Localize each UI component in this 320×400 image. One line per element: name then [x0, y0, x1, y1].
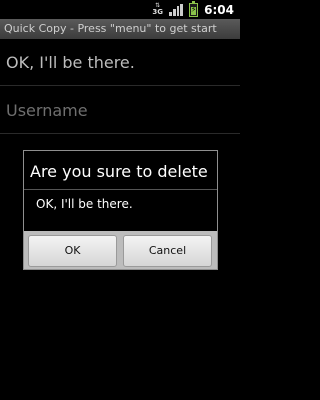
dialog-title: Are you sure to delete [30, 162, 208, 181]
status-icons: ⇅ 3G ⚡ 6:04 [152, 1, 234, 17]
battery-charging-icon: ⚡ [189, 1, 199, 17]
delete-confirm-dialog: Are you sure to delete OK, I'll be there… [23, 150, 218, 270]
status-bar: ⇅ 3G ⚡ 6:04 [0, 0, 240, 19]
cancel-button[interactable]: Cancel [123, 235, 212, 267]
clock: 6:04 [204, 3, 234, 17]
dialog-divider [24, 189, 217, 190]
list-item[interactable]: OK, I'll be there. [0, 39, 240, 86]
list-item[interactable]: Username [0, 87, 240, 134]
signal-strength-icon [169, 4, 184, 16]
network-label: 3G [152, 8, 163, 16]
app-title-bar: Quick Copy - Press "menu" to get start [0, 19, 240, 39]
dialog-message: OK, I'll be there. [36, 197, 133, 211]
network-3g-icon: ⇅ 3G [152, 2, 163, 16]
dialog-button-bar: OK Cancel [24, 231, 217, 269]
ok-button[interactable]: OK [28, 235, 117, 267]
